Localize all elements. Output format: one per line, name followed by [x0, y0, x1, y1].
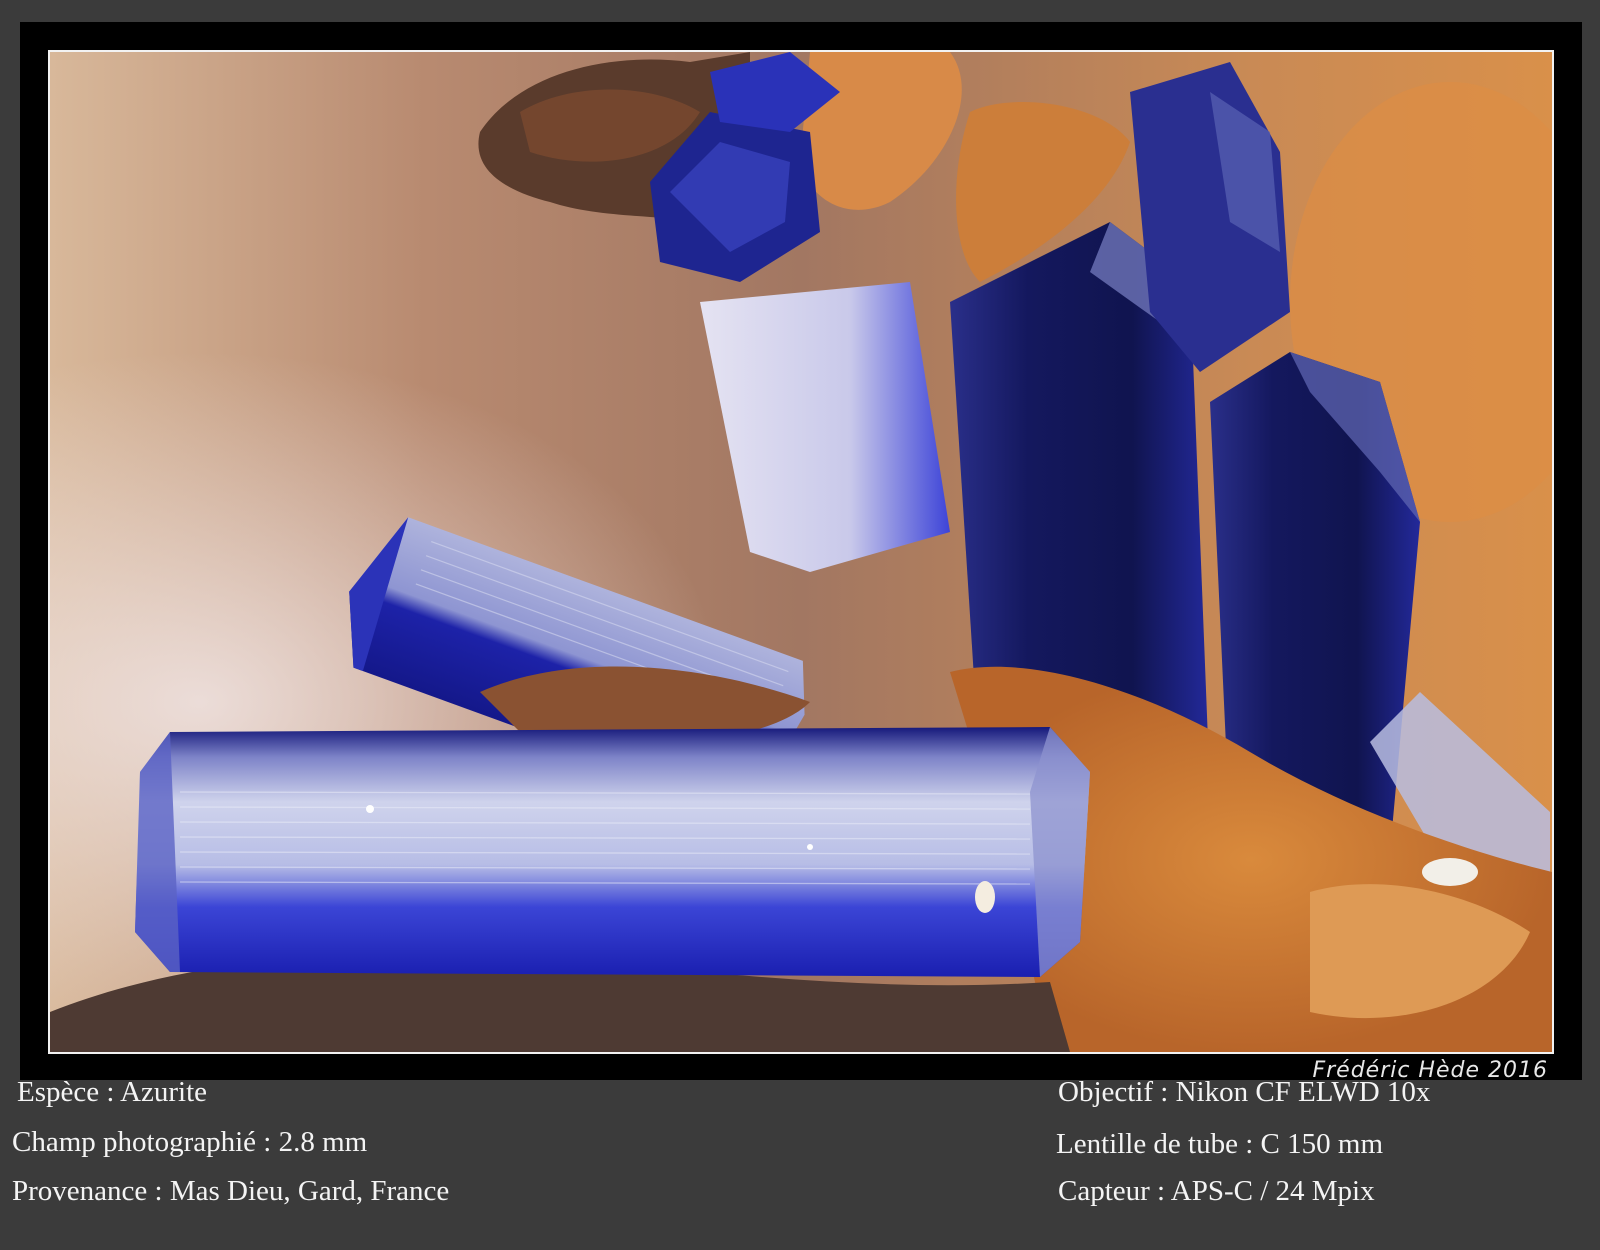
field-of-view-label: Champ photographié : 2.8 mm — [12, 1126, 368, 1158]
sensor-label: Capteur : APS-C / 24 Mpix — [1058, 1175, 1375, 1207]
tube-lens-label: Lentille de tube : C 150 mm — [1056, 1128, 1384, 1160]
poster: Frédéric Hède 2016 Espèce : Azurite Cham… — [0, 0, 1600, 1250]
mineral-photo — [48, 50, 1554, 1054]
species-label: Espèce : Azurite — [17, 1076, 208, 1108]
provenance-label: Provenance : Mas Dieu, Gard, France — [12, 1175, 450, 1207]
objective-label: Objectif : Nikon CF ELWD 10x — [1058, 1076, 1431, 1108]
